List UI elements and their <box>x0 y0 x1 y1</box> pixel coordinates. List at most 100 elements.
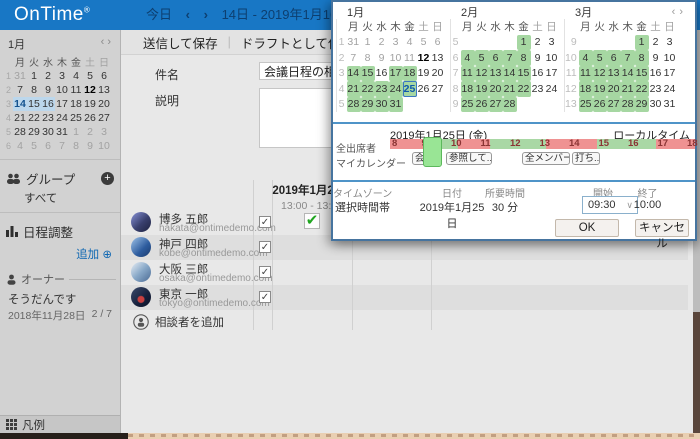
day-cell[interactable]: 26 <box>475 97 489 113</box>
day-cell[interactable]: 3 <box>97 125 111 139</box>
day-cell[interactable]: 2 <box>375 35 389 51</box>
day-cell[interactable]: 12 <box>475 66 489 82</box>
day-cell[interactable]: 17 <box>55 97 69 111</box>
day-cell[interactable]: 30 <box>375 97 389 113</box>
day-cell[interactable]: 20 <box>97 97 111 111</box>
day-cell[interactable]: 31 <box>389 97 403 113</box>
months-nav[interactable]: ‹› <box>672 6 687 18</box>
day-cell[interactable]: 13 <box>489 66 503 82</box>
day-cell[interactable]: 27 <box>489 97 503 113</box>
day-cell[interactable]: 18 <box>579 81 593 97</box>
day-cell[interactable]: 28 <box>347 97 361 113</box>
day-cell[interactable]: 10 <box>389 50 403 66</box>
day-cell[interactable]: 11 <box>403 50 417 66</box>
attendee-checkbox[interactable]: ✓ <box>259 291 271 303</box>
add-attendee-button[interactable]: 相談者を追加 <box>133 314 224 330</box>
day-cell[interactable]: 5 <box>27 139 41 153</box>
consultation-item[interactable]: そうだんです <box>0 291 120 307</box>
day-cell[interactable]: 2 <box>649 35 663 51</box>
day-cell[interactable]: 19 <box>83 97 97 111</box>
day-cell[interactable]: 10 <box>545 50 559 66</box>
day-cell[interactable]: 29 <box>27 125 41 139</box>
day-cell[interactable]: 18 <box>461 81 475 97</box>
day-cell[interactable]: 31 <box>13 69 27 83</box>
day-cell[interactable]: 12 <box>593 66 607 82</box>
day-cell[interactable]: 31 <box>55 125 69 139</box>
day-cell[interactable]: 13 <box>97 83 111 97</box>
day-cell[interactable]: 23 <box>531 81 545 97</box>
day-cell[interactable]: 25 <box>69 111 83 125</box>
today-button[interactable]: 今日 <box>146 7 172 22</box>
day-cell[interactable]: 5 <box>417 35 431 51</box>
day-cell[interactable]: 6 <box>489 50 503 66</box>
day-cell[interactable]: 23 <box>41 111 55 125</box>
day-cell[interactable]: 15 <box>635 66 649 82</box>
day-cell[interactable]: 11 <box>69 83 83 97</box>
day-cell[interactable]: 9 <box>375 50 389 66</box>
day-cell[interactable]: 17 <box>389 66 403 82</box>
day-cell[interactable]: 9 <box>531 50 545 66</box>
day-cell[interactable]: 9 <box>41 83 55 97</box>
day-cell[interactable]: 15 <box>361 66 375 82</box>
day-cell[interactable]: 10 <box>663 50 677 66</box>
day-cell[interactable]: 7 <box>55 139 69 153</box>
day-cell[interactable]: 1 <box>517 35 531 51</box>
day-cell[interactable]: 27 <box>607 97 621 113</box>
event-chip[interactable]: 打ち... <box>572 152 600 165</box>
day-cell[interactable]: 4 <box>69 69 83 83</box>
day-cell[interactable]: 30 <box>41 125 55 139</box>
day-cell[interactable]: 11 <box>461 66 475 82</box>
day-cell[interactable]: 21 <box>13 111 27 125</box>
day-cell[interactable]: 23 <box>375 81 389 97</box>
day-cell[interactable]: 27 <box>97 111 111 125</box>
day-cell[interactable]: 24 <box>663 81 677 97</box>
day-cell[interactable]: 18 <box>403 66 417 82</box>
day-cell[interactable]: 8 <box>517 50 531 66</box>
attendee-checkbox[interactable]: ✓ <box>259 216 271 228</box>
day-cell[interactable]: 21 <box>621 81 635 97</box>
day-cell[interactable]: 27 <box>431 81 445 97</box>
toolbar-item[interactable]: 送信して保存 <box>143 33 218 52</box>
day-cell[interactable]: 24 <box>545 81 559 97</box>
day-cell[interactable]: 19 <box>593 81 607 97</box>
event-chip[interactable]: 全メンバー会議 <box>522 152 570 165</box>
day-cell[interactable]: 1 <box>635 35 649 51</box>
day-cell[interactable]: 10 <box>55 83 69 97</box>
day-cell[interactable]: 5 <box>593 50 607 66</box>
day-cell[interactable]: 14 <box>621 66 635 82</box>
day-cell[interactable]: 17 <box>663 66 677 82</box>
prev-icon[interactable]: ‹ <box>186 7 190 22</box>
day-cell[interactable]: 4 <box>579 50 593 66</box>
day-cell[interactable]: 22 <box>27 111 41 125</box>
day-cell[interactable]: 16 <box>531 66 545 82</box>
day-cell[interactable]: 1 <box>69 125 83 139</box>
day-cell[interactable]: 14 <box>347 66 361 82</box>
day-cell[interactable]: 28 <box>621 97 635 113</box>
day-cell[interactable]: 21 <box>347 81 361 97</box>
day-cell[interactable]: 21 <box>503 81 517 97</box>
cancel-button[interactable]: キャンセル <box>635 219 689 237</box>
day-cell[interactable]: 14 <box>503 66 517 82</box>
day-cell[interactable]: 13 <box>607 66 621 82</box>
day-cell[interactable]: 20 <box>607 81 621 97</box>
day-cell[interactable]: 22 <box>361 81 375 97</box>
day-cell[interactable]: 16 <box>375 66 389 82</box>
day-cell[interactable]: 10 <box>97 139 111 153</box>
day-cell[interactable]: 20 <box>431 66 445 82</box>
add-group-icon[interactable]: + <box>101 172 114 185</box>
next-icon[interactable]: › <box>204 7 208 22</box>
day-cell[interactable]: 25 <box>579 97 593 113</box>
selected-time-slot[interactable] <box>423 137 442 167</box>
day-cell[interactable]: 13 <box>431 50 445 66</box>
day-cell[interactable]: 6 <box>41 139 55 153</box>
day-cell[interactable]: 2 <box>83 125 97 139</box>
day-cell[interactable]: 2 <box>41 69 55 83</box>
day-cell[interactable]: 1 <box>361 35 375 51</box>
day-cell[interactable]: 31 <box>347 35 361 51</box>
day-cell[interactable]: 3 <box>55 69 69 83</box>
day-cell[interactable]: 7 <box>13 83 27 97</box>
add-link[interactable]: 追加 ⊕ <box>0 246 120 262</box>
day-cell[interactable]: 26 <box>593 97 607 113</box>
attendee-checkbox[interactable]: ✓ <box>259 241 271 253</box>
day-cell[interactable]: 29 <box>361 97 375 113</box>
